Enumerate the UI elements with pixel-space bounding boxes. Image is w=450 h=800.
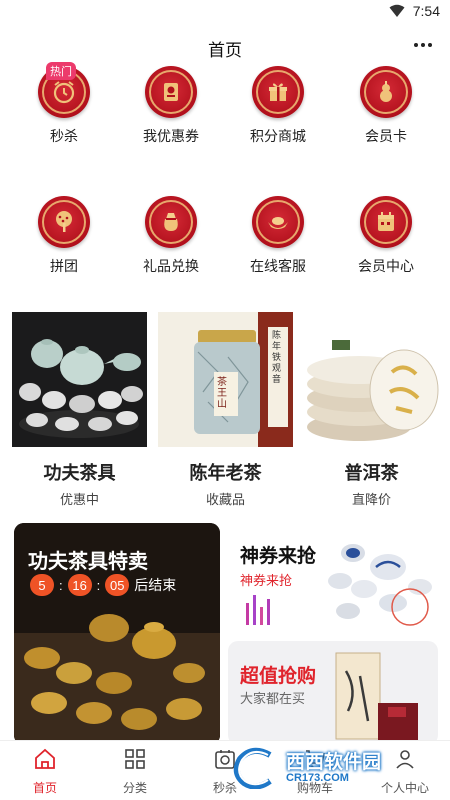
product-name: 功夫茶具 [43, 463, 116, 483]
hot-badge: 热门 [46, 62, 76, 80]
tab-flash-sale[interactable]: 秒杀 [180, 741, 270, 800]
tab-label: 个人中心 [380, 781, 429, 795]
countdown-timer: 5 : 16 : 05 后结束 [30, 574, 176, 596]
gift-box-icon [252, 66, 304, 118]
grid-label: 会员中心 [358, 258, 414, 274]
header: 首页 [0, 28, 450, 64]
product-image-tea-set [12, 312, 147, 447]
grid-label: 我优惠券 [143, 128, 199, 144]
tea-set-illustration [19, 339, 143, 438]
tab-cart[interactable]: 购物车 [270, 741, 360, 800]
bottom-tab-bar: 首页 分类 秒杀 购物车 个人中心 [0, 740, 450, 800]
promo-subtitle: 大家都在买 [240, 691, 306, 706]
grid-item-member-center[interactable]: 会员中心 [336, 196, 436, 276]
timer-icon [215, 750, 235, 769]
grid-label: 会员卡 [365, 128, 407, 144]
countdown-minutes: 16 [67, 574, 92, 596]
grid-item-flash-sale[interactable]: 热门 秒杀 [14, 62, 114, 146]
home-icon [35, 748, 55, 769]
feature-grid-row-2: 拼团 礼品兑换 在线客服 会员中心 [0, 196, 450, 286]
product-image-label: 茶王山 [217, 377, 227, 410]
calendar-icon [360, 196, 412, 248]
tab-label: 秒杀 [212, 781, 237, 795]
product-image-aged-tea: 茶王山 陈年铁观音 [158, 312, 293, 447]
grid-item-points-mall[interactable]: 积分商城 [228, 66, 328, 146]
promo-subtitle: 神券来抢 [240, 573, 293, 588]
more-options-button[interactable] [408, 32, 438, 58]
tea-cakes-illustration [307, 340, 439, 441]
promo-coupons-grab[interactable]: 神券来抢 神券来抢 [228, 523, 438, 635]
gold-ingot-icon [252, 196, 304, 248]
product-card-kungfu-tea-set[interactable]: 功夫茶具 优惠中 [12, 312, 147, 507]
grid-item-my-coupons[interactable]: 我优惠券 [121, 66, 221, 146]
promo-title: 功夫茶具特卖 [28, 551, 148, 573]
tab-label: 分类 [122, 781, 147, 795]
promo-title: 神券来抢 [240, 546, 317, 567]
product-subtitle: 优惠中 [59, 492, 99, 507]
tab-label: 首页 [32, 781, 57, 795]
tab-label: 购物车 [296, 781, 333, 795]
countdown-end-label: 后结束 [134, 577, 177, 593]
grid-label: 礼品兑换 [143, 258, 199, 274]
wifi-icon [389, 4, 405, 17]
grid-label: 拼团 [50, 258, 78, 274]
product-image-puer [304, 312, 439, 447]
cart-icon [306, 750, 325, 769]
product-subtitle: 收藏品 [205, 492, 245, 507]
grid-icon [125, 749, 145, 769]
more-dot-icon [421, 43, 425, 47]
countdown-seconds: 05 [105, 574, 130, 596]
gourd-icon [360, 66, 412, 118]
fortune-bag-icon [145, 196, 197, 248]
tab-profile[interactable]: 个人中心 [360, 741, 450, 800]
tab-category[interactable]: 分类 [90, 741, 180, 800]
grid-label: 积分商城 [250, 128, 306, 144]
product-card-aged-tea[interactable]: 茶王山 陈年铁观音 陈年老茶 收藏品 [158, 312, 293, 507]
grid-item-group-buy[interactable]: 拼团 [14, 196, 114, 276]
product-image-vertical-text: 陈年铁观音 [272, 330, 282, 384]
product-subtitle: 直降价 [351, 492, 391, 507]
user-icon [396, 750, 414, 769]
tab-home[interactable]: 首页 [0, 741, 90, 800]
more-dot-icon [428, 43, 432, 47]
grid-item-gift-exchange[interactable]: 礼品兑换 [121, 196, 221, 276]
status-time: 7:54 [412, 3, 440, 19]
page-title: 首页 [208, 41, 242, 60]
grid-label: 秒杀 [50, 128, 78, 144]
promo-kungfu-tea-sale[interactable]: 功夫茶具特卖 5 : 16 : 05 后结束 [14, 523, 220, 745]
grid-label: 在线客服 [250, 258, 306, 274]
status-bar: 7:54 [0, 0, 450, 26]
feature-grid-row-1: 热门 秒杀 我优惠券 积分商城 会员卡 [0, 62, 450, 156]
product-name: 普洱茶 [344, 463, 399, 483]
countdown-hours: 5 [30, 574, 54, 596]
coupon-icon [145, 66, 197, 118]
grid-item-online-service[interactable]: 在线客服 [228, 196, 328, 276]
status-icons: 7:54 [389, 3, 440, 19]
tree-icon [38, 196, 90, 248]
more-dot-icon [414, 43, 418, 47]
promo-value-deals[interactable]: 超值抢购 大家都在买 [228, 641, 438, 745]
grid-item-member-card[interactable]: 会员卡 [336, 66, 436, 146]
product-name: 陈年老茶 [189, 463, 262, 483]
promo-title: 超值抢购 [240, 666, 317, 687]
product-card-puer-tea[interactable]: 普洱茶 直降价 [304, 312, 439, 507]
